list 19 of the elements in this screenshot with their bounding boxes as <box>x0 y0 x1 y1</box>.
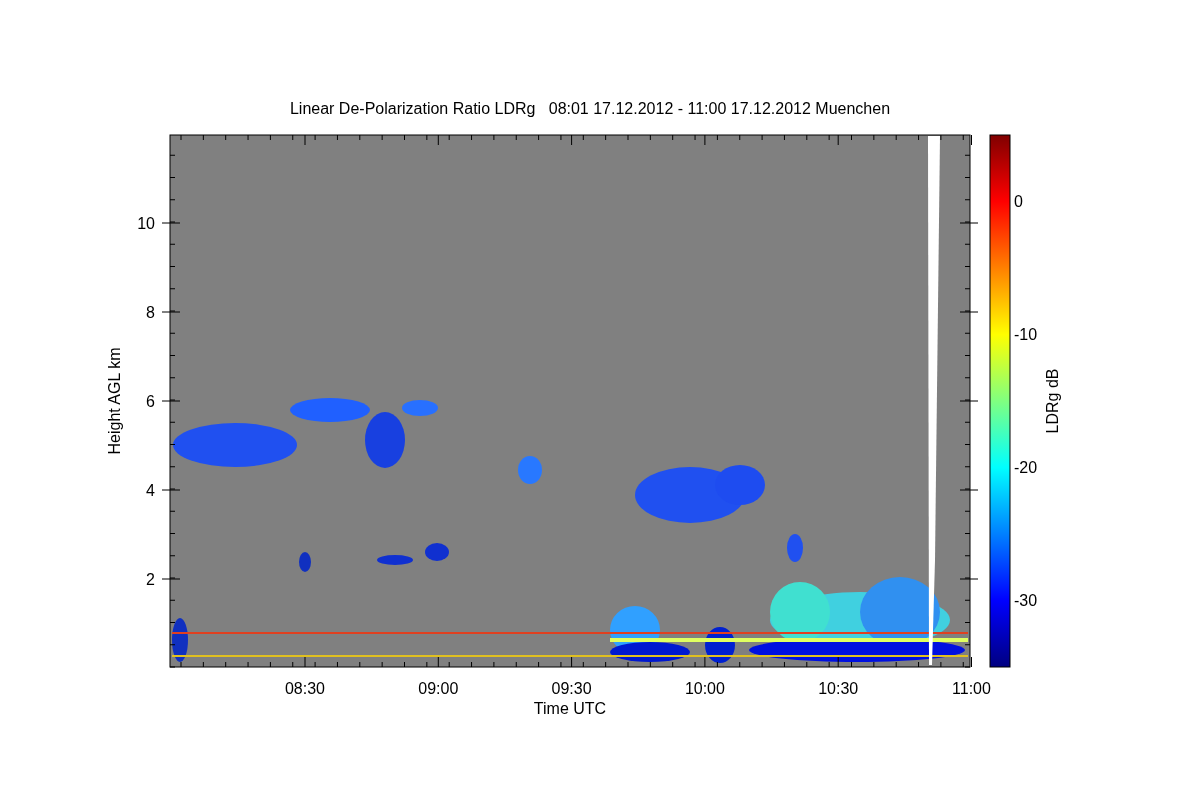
y-tick-label: 10 <box>137 215 155 232</box>
x-tick-label: 09:30 <box>551 680 592 697</box>
y-tick-label: 6 <box>146 393 155 410</box>
x-tick-label: 10:00 <box>684 680 725 697</box>
colorbar-tick-label: -30 <box>1014 592 1038 609</box>
colorbar-tick-label: -10 <box>1014 326 1038 343</box>
colorbar-tick-label: 0 <box>1014 193 1023 210</box>
colorbar-tick-label: -20 <box>1014 459 1038 476</box>
y-axis-label: Height AGL km <box>106 347 123 455</box>
x-tick-label: 08:30 <box>285 680 325 697</box>
x-tick-label: 09:00 <box>418 680 459 697</box>
y-tick-label: 2 <box>146 571 155 588</box>
chart-title: Linear De-Polarization Ratio LDRg 08:01 17.12.2012 - 11:00 17.12.2012 Muenchen <box>289 100 891 117</box>
x-tick-label: 10:30 <box>818 680 859 697</box>
y-tick-label: 8 <box>146 304 155 321</box>
colorbar-label: LDRg dB <box>1044 368 1061 434</box>
x-axis-label: Time UTC <box>533 700 607 717</box>
x-tick-label: 11:00 <box>952 680 991 697</box>
y-tick-label: 4 <box>146 482 155 499</box>
